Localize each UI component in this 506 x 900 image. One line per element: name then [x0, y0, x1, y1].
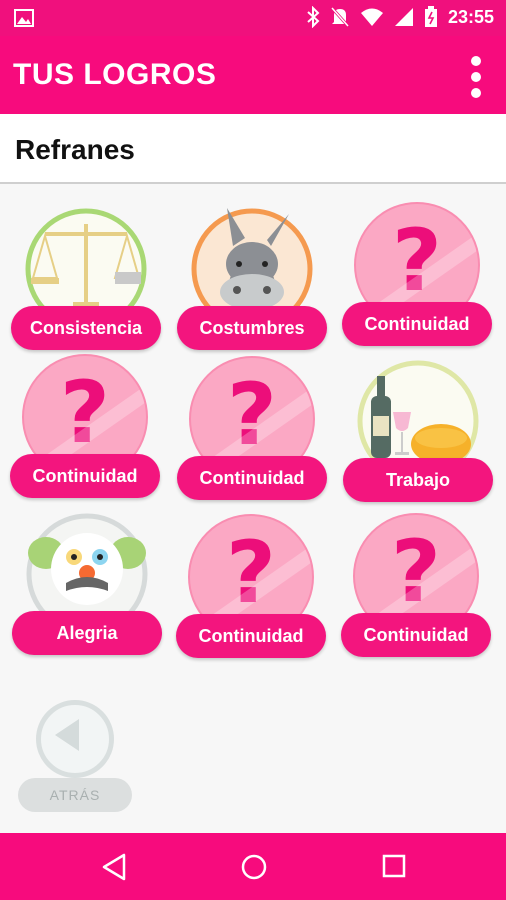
nav-home-icon[interactable]	[240, 853, 268, 881]
question-icon: ?	[227, 365, 277, 465]
wifi-icon	[360, 8, 383, 26]
achievement-badge-alegria[interactable]: Alegria	[12, 511, 162, 661]
question-icon: ?	[226, 523, 276, 623]
notifications-off-icon	[330, 7, 350, 27]
achievement-badge-costumbres[interactable]: Costumbres	[177, 206, 327, 356]
badge-label: Continuidad	[10, 454, 160, 498]
achievement-badge-trabajo[interactable]: Trabajo	[343, 358, 493, 508]
app-bar: TUS LOGROS	[0, 36, 506, 114]
badge-label: Consistencia	[11, 306, 161, 350]
overflow-menu-button[interactable]	[468, 54, 484, 100]
achievement-badge-continuidad[interactable]: ? Continuidad	[341, 513, 491, 663]
nav-recents-icon[interactable]	[381, 853, 407, 879]
menu-dot-icon	[471, 56, 481, 66]
badge-label: Continuidad	[342, 302, 492, 346]
section-header: Refranes	[0, 114, 506, 184]
question-icon: ?	[392, 211, 442, 311]
back-button[interactable]: ATRÁS	[18, 700, 132, 812]
badge-label: Costumbres	[177, 306, 327, 350]
image-notification-icon	[14, 9, 34, 27]
achievement-badge-continuidad[interactable]: ? Continuidad	[10, 354, 160, 504]
clock: 23:55	[447, 6, 494, 27]
badge-label: Continuidad	[176, 614, 326, 658]
nav-back-icon[interactable]	[101, 853, 127, 881]
achievement-badge-consistencia[interactable]: Consistencia	[11, 206, 161, 356]
signal-icon	[394, 8, 413, 26]
badge-label: Alegria	[12, 611, 162, 655]
status-bar: 23:55	[0, 0, 506, 36]
bluetooth-icon	[307, 6, 320, 28]
badge-label: Continuidad	[341, 613, 491, 657]
menu-dot-icon	[471, 72, 481, 82]
achievement-badge-continuidad[interactable]: ? Continuidad	[177, 356, 327, 506]
achievement-badge-continuidad[interactable]: ? Continuidad	[342, 202, 492, 352]
battery-icon	[424, 6, 437, 27]
section-title: Refranes	[15, 134, 135, 165]
page-title: TUS LOGROS	[13, 58, 217, 91]
navigation-bar	[0, 833, 506, 900]
question-icon: ?	[391, 522, 441, 622]
menu-dot-icon	[471, 88, 481, 98]
badge-label: Trabajo	[343, 458, 493, 502]
back-button-label: ATRÁS	[18, 778, 132, 812]
badge-label: Continuidad	[177, 456, 327, 500]
achievement-badge-continuidad[interactable]: ? Continuidad	[176, 514, 326, 664]
question-icon: ?	[60, 363, 110, 463]
back-arrow-icon	[55, 719, 79, 751]
